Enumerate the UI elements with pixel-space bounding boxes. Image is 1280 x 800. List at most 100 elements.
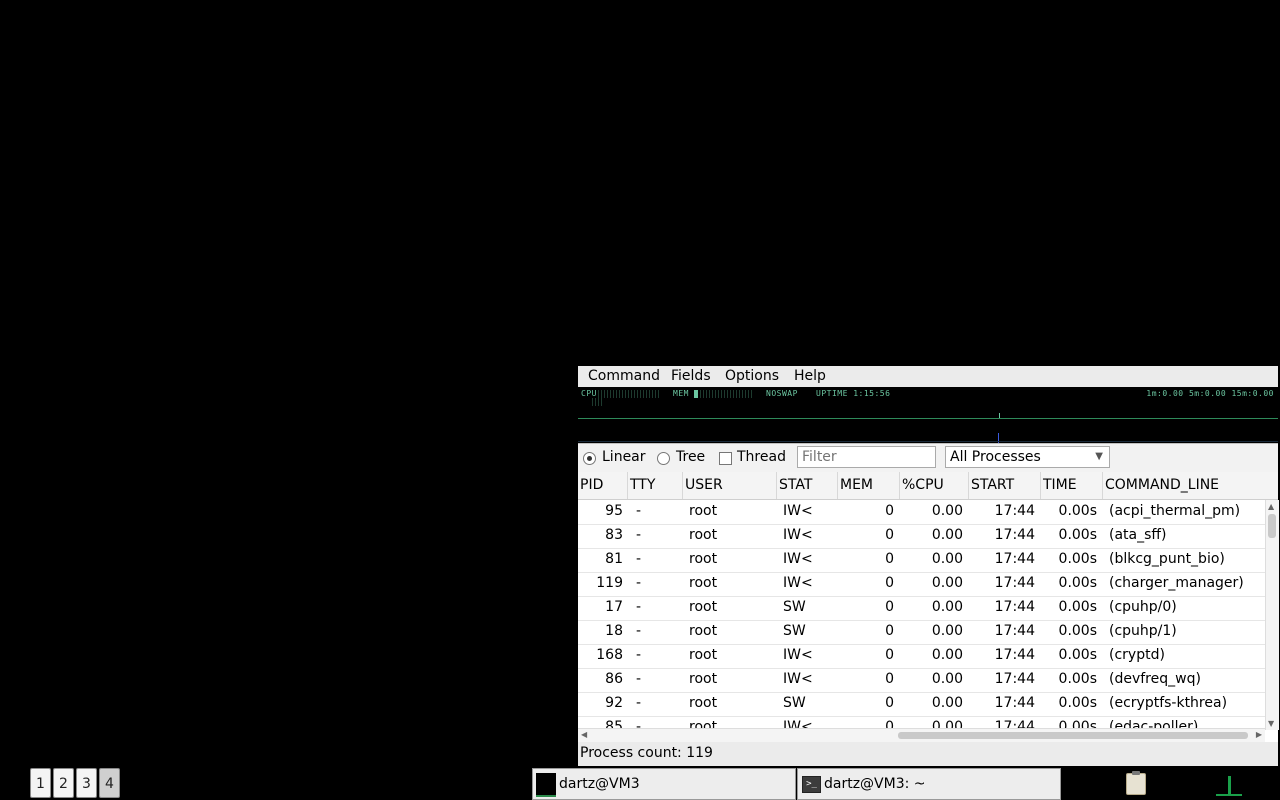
workspace-2-button[interactable]: 2	[53, 768, 74, 798]
cell-command-line: (acpi_thermal_pm)	[1109, 503, 1241, 519]
table-row[interactable]: 85 - root IW< 0 0.00 17:44 0.00s (edac-poller)	[578, 716, 1265, 728]
scroll-left-icon[interactable]: ◀	[581, 730, 587, 739]
cell-tty: -	[636, 719, 642, 728]
process-table: 95- root IW< 0 0.00 17:44 0.00s (acpi_thermal_p…	[578, 500, 1265, 728]
tree-label[interactable]: Tree	[676, 449, 705, 465]
cell-time: 0.00s	[1058, 527, 1097, 543]
terminal-icon: >_	[802, 776, 821, 793]
table-header: PID TTY USER STAT MEM %CPU START TIME CO…	[578, 472, 1278, 500]
column-header-time[interactable]: TIME	[1041, 472, 1103, 499]
vertical-scroll-thumb[interactable]	[1268, 514, 1276, 538]
cell-mem: 0	[885, 623, 894, 639]
cell-cpu: 0.00	[931, 503, 963, 519]
cell-start: 17:44	[994, 671, 1035, 687]
cell-stat: IW<	[783, 575, 813, 591]
filter-input[interactable]	[797, 446, 936, 468]
linear-label[interactable]: Linear	[602, 449, 646, 465]
cell-start: 17:44	[994, 719, 1035, 728]
cell-start: 17:44	[994, 695, 1035, 711]
cell-command-line: (charger_manager)	[1109, 575, 1244, 591]
cell-time: 0.00s	[1058, 647, 1097, 663]
cell-user: root	[689, 695, 718, 711]
cell-time: 0.00s	[1058, 551, 1097, 567]
cpu-monitor-icon[interactable]	[1216, 772, 1242, 796]
cell-tty: -	[636, 575, 642, 591]
cell-command-line: (cpuhp/1)	[1109, 623, 1177, 639]
thread-label[interactable]: Thread	[737, 449, 786, 465]
cell-user: root	[689, 599, 718, 615]
cell-stat: IW<	[783, 503, 813, 519]
table-row[interactable]: 17- root SW 0 0.00 17:44 0.00s (cpuhp/0)	[578, 596, 1265, 621]
graph-baseline	[578, 418, 1278, 419]
column-header-command-line[interactable]: COMMAND_LINE	[1103, 472, 1278, 499]
table-row[interactable]: 119- root IW< 0 0.00 17:44 0.00s (charger_manag…	[578, 572, 1265, 597]
cell-cpu: 0.00	[931, 695, 963, 711]
cell-tty: -	[636, 527, 642, 543]
horizontal-scrollbar[interactable]: ◀ ▶	[578, 728, 1265, 742]
column-header-cpu[interactable]: %CPU	[900, 472, 969, 499]
column-header-stat[interactable]: STAT	[777, 472, 838, 499]
table-row[interactable]: 81- root IW< 0 0.00 17:44 0.00s (blkcg_punt_bio…	[578, 548, 1265, 573]
thread-checkbox[interactable]	[719, 452, 732, 465]
table-row[interactable]: 86- root IW< 0 0.00 17:44 0.00s (devfreq_wq)	[578, 668, 1265, 693]
process-filter-select[interactable]: All Processes ▼	[945, 446, 1110, 468]
workspace-4-button[interactable]: 4	[99, 768, 120, 798]
vertical-scrollbar[interactable]: ▲ ▼	[1265, 500, 1279, 730]
column-header-tty[interactable]: TTY	[628, 472, 683, 499]
menu-fields[interactable]: Fields	[671, 368, 711, 384]
table-row[interactable]: 83- root IW< 0 0.00 17:44 0.00s (ata_sff)	[578, 524, 1265, 549]
menu-command[interactable]: Command	[588, 368, 660, 384]
cell-user: root	[689, 527, 718, 543]
scroll-up-icon[interactable]: ▲	[1268, 502, 1274, 511]
cell-stat: IW<	[783, 551, 813, 567]
cell-pid: 83	[605, 527, 623, 543]
column-header-pid[interactable]: PID	[578, 472, 628, 499]
cell-pid: 85	[605, 719, 623, 728]
table-row[interactable]: 95- root IW< 0 0.00 17:44 0.00s (acpi_thermal_p…	[578, 500, 1265, 525]
cell-cpu: 0.00	[931, 575, 963, 591]
clipboard-icon[interactable]	[1126, 771, 1146, 795]
scroll-down-icon[interactable]: ▼	[1268, 719, 1274, 728]
cell-start: 17:44	[994, 551, 1035, 567]
cell-user: root	[689, 647, 718, 663]
cell-tty: -	[636, 623, 642, 639]
workspace-1-button[interactable]: 1	[30, 768, 51, 798]
cell-start: 17:44	[994, 503, 1035, 519]
cell-stat: IW<	[783, 719, 813, 728]
linear-radio[interactable]	[583, 452, 596, 465]
workspace-3-button[interactable]: 3	[76, 768, 97, 798]
cell-tty: -	[636, 551, 642, 567]
horizontal-scroll-thumb[interactable]	[898, 732, 1248, 739]
uptime-label: UPTIME 1:15:56	[816, 389, 891, 398]
menu-options[interactable]: Options	[725, 368, 779, 384]
process-count: Process count: 119	[580, 745, 713, 761]
column-header-start[interactable]: START	[969, 472, 1041, 499]
scroll-right-icon[interactable]: ▶	[1256, 730, 1262, 739]
column-header-mem[interactable]: MEM	[838, 472, 900, 499]
cell-start: 17:44	[994, 527, 1035, 543]
cell-pid: 95	[605, 503, 623, 519]
table-row[interactable]: 18- root SW 0 0.00 17:44 0.00s (cpuhp/1)	[578, 620, 1265, 645]
cpu-core-bar	[592, 398, 604, 406]
cell-command-line: (devfreq_wq)	[1109, 671, 1201, 687]
cell-time: 0.00s	[1058, 671, 1097, 687]
mem-bar-fill	[694, 390, 698, 398]
cpu-bar	[598, 390, 660, 398]
cell-cpu: 0.00	[931, 551, 963, 567]
table-row[interactable]: 92- root SW 0 0.00 17:44 0.00s (ecryptfs-kthrea…	[578, 692, 1265, 717]
cell-start: 17:44	[994, 623, 1035, 639]
cpu-label: CPU	[581, 389, 597, 398]
table-row[interactable]: 168- root IW< 0 0.00 17:44 0.00s (cryptd)	[578, 644, 1265, 669]
menu-help[interactable]: Help	[794, 368, 826, 384]
cell-user: root	[689, 575, 718, 591]
task-button-terminal[interactable]: >_ dartz@VM3: ~	[797, 768, 1061, 800]
cell-mem: 0	[885, 671, 894, 687]
column-header-user[interactable]: USER	[683, 472, 777, 499]
cell-cpu: 0.00	[931, 623, 963, 639]
cell-cpu: 0.00	[931, 671, 963, 687]
clipboard-clip	[1132, 771, 1140, 775]
task-button-dartz[interactable]: dartz@VM3	[532, 768, 796, 800]
cell-user: root	[689, 623, 718, 639]
cell-command-line: (ecryptfs-kthrea)	[1109, 695, 1228, 711]
tree-radio[interactable]	[657, 452, 670, 465]
